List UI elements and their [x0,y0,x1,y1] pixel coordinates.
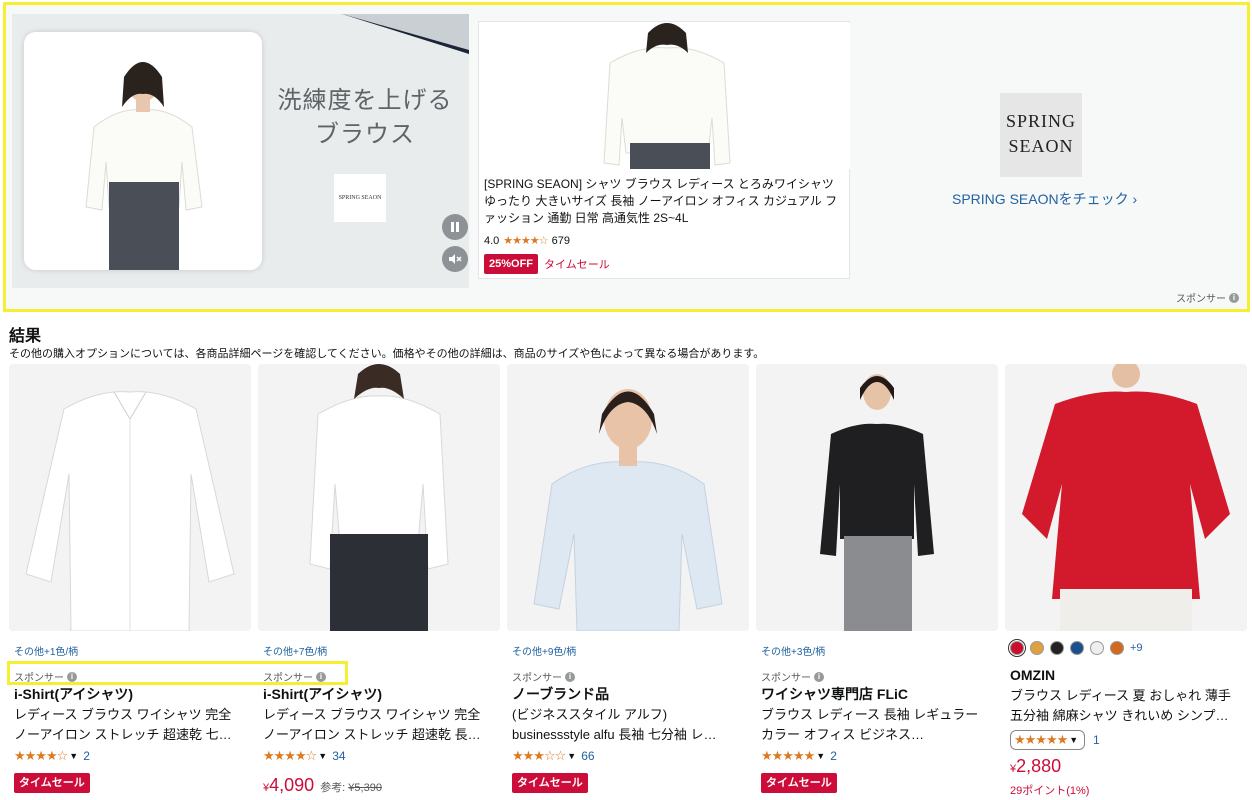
deal-badge: タイムセール [14,773,90,793]
deal-info: タイムセール [512,773,588,793]
variant-link[interactable]: その他+7色/柄 [263,643,327,658]
info-icon[interactable]: i [565,671,575,682]
variant-link[interactable]: その他+9色/柄 [512,643,576,658]
product-price: ¥ 2,880 [1010,756,1062,776]
product-image[interactable] [1005,364,1247,631]
star-rating-icon: ★★★★★ [761,748,815,763]
color-swatch[interactable] [1110,641,1124,655]
sponsored-brand-banner: 洗練度を上げる ブラウス SPRING SEAON [SPRING SEAON]… [3,2,1250,312]
points-label: 29ポイント(1%) [1010,785,1090,797]
sponsored-label[interactable]: スポンサー i [761,669,824,684]
product-title[interactable]: (ビジネススタイル アルフ) businessstyle alfu 長袖 七分袖… [512,705,742,745]
product-card[interactable]: その他+7色/柄 スポンサー i i-Shirt(アイシャツ) レディース ブラ… [258,364,500,800]
chevron-down-icon[interactable]: ▼ [567,751,576,761]
brand-logo[interactable]: SPRING SEAON [1000,93,1082,177]
product-title[interactable]: レディース ブラウス ワイシャツ 完全ノーアイロン ストレッチ 超速乾 七… [14,705,244,745]
info-icon[interactable]: i [67,671,77,682]
product-image[interactable] [9,364,251,631]
product-brand: ノーブランド品 [512,686,610,702]
info-icon[interactable]: i [1229,292,1239,303]
review-count[interactable]: 66 [581,749,594,763]
product-brand: i-Shirt(アイシャツ) [14,686,134,702]
product-card[interactable]: その他+3色/柄 スポンサー i ワイシャツ専門店 FLiC ブラウス レディー… [756,364,998,800]
video-model-image [24,32,262,270]
review-count[interactable]: 2 [83,749,90,763]
video-headline: 洗練度を上げる ブラウス [277,87,453,148]
sponsored-label[interactable]: スポンサー i [1176,290,1239,305]
sponsored-label[interactable]: スポンサー i [14,669,77,684]
mute-icon[interactable] [442,246,468,272]
product-card[interactable]: その他+9色/柄 スポンサー i ノーブランド品 (ビジネススタイル アルフ) … [507,364,749,800]
chevron-down-icon[interactable]: ▼ [816,751,825,761]
chevron-down-icon[interactable]: ▼ [69,751,78,761]
deal-info: タイムセール [14,773,90,793]
star-rating-icon: ★★★★☆ [14,748,68,763]
product-brand: i-Shirt(アイシャツ) [263,686,383,702]
color-swatches: +9 [1008,639,1143,657]
product-card[interactable]: +9 OMZIN ブラウス レディース 夏 おしゃれ 薄手 五分袖 綿麻シャツ … [1005,364,1247,800]
color-swatch[interactable] [1030,641,1044,655]
color-swatch[interactable] [1090,641,1104,655]
product-brand: OMZIN [1010,667,1056,683]
info-icon[interactable]: i [316,671,326,682]
product-rating[interactable]: ★★★★★ ▼ 2 [761,748,837,764]
color-swatch[interactable] [1070,641,1084,655]
product-brand: ワイシャツ専門店 FLiC [761,686,908,702]
star-rating-icon: ★★★★☆ [263,748,317,763]
color-swatch[interactable] [1050,641,1064,655]
sponsored-label[interactable]: スポンサー i [512,669,575,684]
chevron-down-icon[interactable]: ▼ [318,751,327,761]
deal-info: タイムセール [761,773,837,793]
product-card[interactable]: その他+1色/柄 スポンサー i i-Shirt(アイシャツ) レディース ブラ… [9,364,251,800]
product-image[interactable] [507,364,749,631]
variant-link[interactable]: その他+1色/柄 [14,643,78,658]
product-rating[interactable]: ★★★★☆ ▼ 34 [263,748,346,764]
info-icon[interactable]: i [814,671,824,682]
brand-store-link[interactable]: SPRING SEAONをチェック › [952,189,1137,209]
star-rating-icon: ★★★★☆ [503,235,548,247]
sponsored-product-card[interactable]: [SPRING SEAON] シャツ ブラウス レディース とろみワイシャツ ゆ… [478,21,850,279]
product-image[interactable] [756,364,998,631]
sponsored-product-title[interactable]: [SPRING SEAON] シャツ ブラウス レディース とろみワイシャツ ゆ… [484,176,846,227]
results-note: その他の購入オプションについては、各商品詳細ページを確認してください。価格やその… [9,348,765,360]
video-brand-logo: SPRING SEAON [334,174,386,222]
review-count[interactable]: 2 [830,749,837,763]
product-title[interactable]: レディース ブラウス ワイシャツ 完全ノーアイロン ストレッチ 超速乾 長… [263,705,493,745]
deal-label: タイムセール [544,259,610,271]
product-price: ¥ 4,090 参考: ¥5,390 [263,775,382,795]
deal-info: 25%OFF タイムセール [484,254,610,274]
discount-badge: 25%OFF [484,254,539,274]
product-title[interactable]: ブラウス レディース 長袖 レギュラーカラー オフィス ビジネス… [761,705,991,745]
pause-icon[interactable] [442,214,468,240]
brand-video-player[interactable]: 洗練度を上げる ブラウス SPRING SEAON [12,14,469,288]
star-rating-icon: ★★★★★ [1014,732,1068,747]
product-rating[interactable]: ★★★☆☆ ▼ 66 [512,748,595,764]
product-image[interactable] [258,364,500,631]
sponsored-product-image[interactable] [480,23,850,169]
deal-badge: タイムセール [512,773,588,793]
sponsored-product-rating[interactable]: 4.0 ★★★★☆ 679 [484,234,570,248]
more-colors-link[interactable]: +9 [1130,642,1143,654]
reference-price: 参考: ¥5,390 [320,782,382,794]
product-rating[interactable]: ★★★★★ ▼ [1010,730,1086,750]
product-rating[interactable]: ★★★★☆ ▼ 2 [14,748,90,764]
deal-badge: タイムセール [761,773,837,793]
review-count[interactable]: 1 [1093,733,1100,747]
variant-link[interactable]: その他+3色/柄 [761,643,825,658]
review-count[interactable]: 34 [332,749,345,763]
results-heading: 結果 [9,328,42,345]
star-rating-icon: ★★★☆☆ [512,748,566,763]
color-swatch[interactable] [1008,639,1026,657]
product-title[interactable]: ブラウス レディース 夏 おしゃれ 薄手 五分袖 綿麻シャツ きれいめ シンプ… [1010,686,1240,726]
chevron-down-icon[interactable]: ▼ [1069,735,1078,745]
sponsored-label[interactable]: スポンサー i [263,669,326,684]
